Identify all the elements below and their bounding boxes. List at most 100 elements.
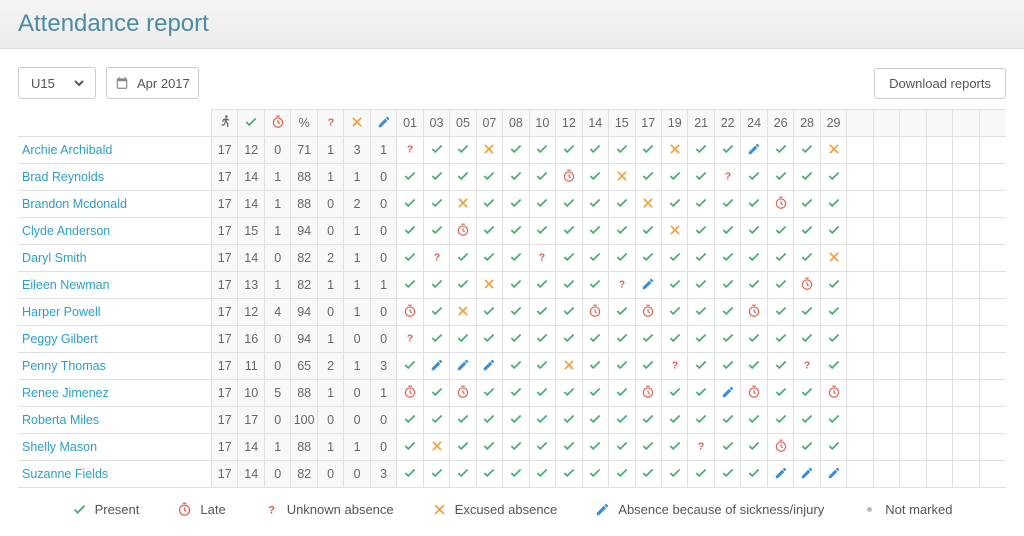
status-icon (482, 250, 496, 264)
status-icon (747, 331, 761, 345)
player-link[interactable]: Brad Reynolds (22, 170, 104, 184)
header-day-15: 15 (609, 110, 635, 137)
status-icon (403, 358, 417, 372)
table-row: Clyde Anderson1715194010 (18, 218, 1006, 245)
player-link[interactable]: Clyde Anderson (22, 224, 110, 238)
status-icon (456, 304, 470, 318)
status-icon (562, 277, 576, 291)
status-icon: ? (694, 439, 708, 453)
status-icon (588, 466, 602, 480)
player-link[interactable]: Roberta Miles (22, 413, 99, 427)
team-select[interactable]: U15 (18, 67, 96, 99)
status-icon (509, 439, 523, 453)
status-icon (721, 358, 735, 372)
status-icon (588, 250, 602, 264)
table-row: Renee Jimenez1710588101 (18, 380, 1006, 407)
player-link[interactable]: Penny Thomas (22, 359, 106, 373)
status-icon (615, 358, 629, 372)
status-icon (509, 466, 523, 480)
player-link[interactable]: Brandon Mcdonald (22, 197, 127, 211)
table-row: Roberta Miles17170100000 (18, 407, 1006, 434)
header-day-24: 24 (741, 110, 767, 137)
pencil-icon (595, 502, 610, 517)
player-link[interactable]: Suzanne Fields (22, 467, 108, 481)
header-day-05: 05 (450, 110, 476, 137)
status-icon (721, 439, 735, 453)
status-icon (562, 223, 576, 237)
status-icon (668, 304, 682, 318)
header-day-10: 10 (529, 110, 555, 137)
status-icon (721, 412, 735, 426)
status-icon (430, 412, 444, 426)
month-picker[interactable]: Apr 2017 (106, 67, 199, 99)
status-icon (588, 358, 602, 372)
player-link[interactable]: Archie Archibald (22, 143, 112, 157)
team-select-input[interactable]: U15 (27, 75, 87, 92)
status-icon (430, 277, 444, 291)
status-icon (827, 250, 841, 264)
status-icon (482, 466, 496, 480)
status-icon (456, 169, 470, 183)
status-icon (509, 385, 523, 399)
status-icon (562, 250, 576, 264)
status-icon (641, 223, 655, 237)
header-day-21: 21 (688, 110, 714, 137)
status-icon (774, 196, 788, 210)
status-icon (430, 466, 444, 480)
status-icon (509, 169, 523, 183)
status-icon (747, 142, 761, 156)
status-icon (482, 412, 496, 426)
status-icon (827, 223, 841, 237)
status-icon (747, 169, 761, 183)
status-icon (641, 385, 655, 399)
status-icon (403, 196, 417, 210)
status-icon (641, 466, 655, 480)
status-icon (562, 358, 576, 372)
status-icon (827, 412, 841, 426)
status-icon: ? (403, 142, 417, 156)
header-percent: % (291, 110, 317, 137)
status-icon (456, 277, 470, 291)
table-row: Brad Reynolds1714188110? (18, 164, 1006, 191)
player-link[interactable]: Shelly Mason (22, 440, 97, 454)
status-icon (668, 250, 682, 264)
table-row: Daryl Smith1714082210?? (18, 245, 1006, 272)
player-link[interactable]: Harper Powell (22, 305, 101, 319)
player-link[interactable]: Eileen Newman (22, 278, 110, 292)
status-icon (535, 277, 549, 291)
attendance-table: %?0103050708101214151719212224262829 Arc… (18, 109, 1006, 488)
player-link[interactable]: Peggy Gilbert (22, 332, 98, 346)
status-icon (800, 223, 814, 237)
svg-text:?: ? (698, 440, 704, 452)
header-stat-5 (344, 110, 370, 137)
status-icon (774, 412, 788, 426)
status-icon (430, 169, 444, 183)
status-icon (509, 223, 523, 237)
status-icon (509, 304, 523, 318)
status-icon (615, 169, 629, 183)
status-icon (535, 142, 549, 156)
status-icon (721, 196, 735, 210)
status-icon (668, 331, 682, 345)
status-icon (535, 358, 549, 372)
player-link[interactable]: Renee Jimenez (22, 386, 109, 400)
svg-text:?: ? (724, 170, 730, 182)
download-reports-button[interactable]: Download reports (874, 68, 1006, 99)
status-icon (694, 385, 708, 399)
status-icon (694, 196, 708, 210)
status-icon (668, 412, 682, 426)
status-icon (588, 169, 602, 183)
status-icon (827, 304, 841, 318)
status-icon (430, 439, 444, 453)
status-icon (456, 250, 470, 264)
table-row: Eileen Newman1713182111? (18, 272, 1006, 299)
status-icon: ? (535, 250, 549, 264)
status-icon (747, 250, 761, 264)
svg-text:?: ? (327, 116, 333, 128)
svg-text:?: ? (539, 251, 545, 263)
player-link[interactable]: Daryl Smith (22, 251, 87, 265)
question-icon: ? (264, 502, 279, 517)
status-icon (641, 196, 655, 210)
status-icon: ? (721, 169, 735, 183)
stopwatch-icon (177, 502, 192, 517)
